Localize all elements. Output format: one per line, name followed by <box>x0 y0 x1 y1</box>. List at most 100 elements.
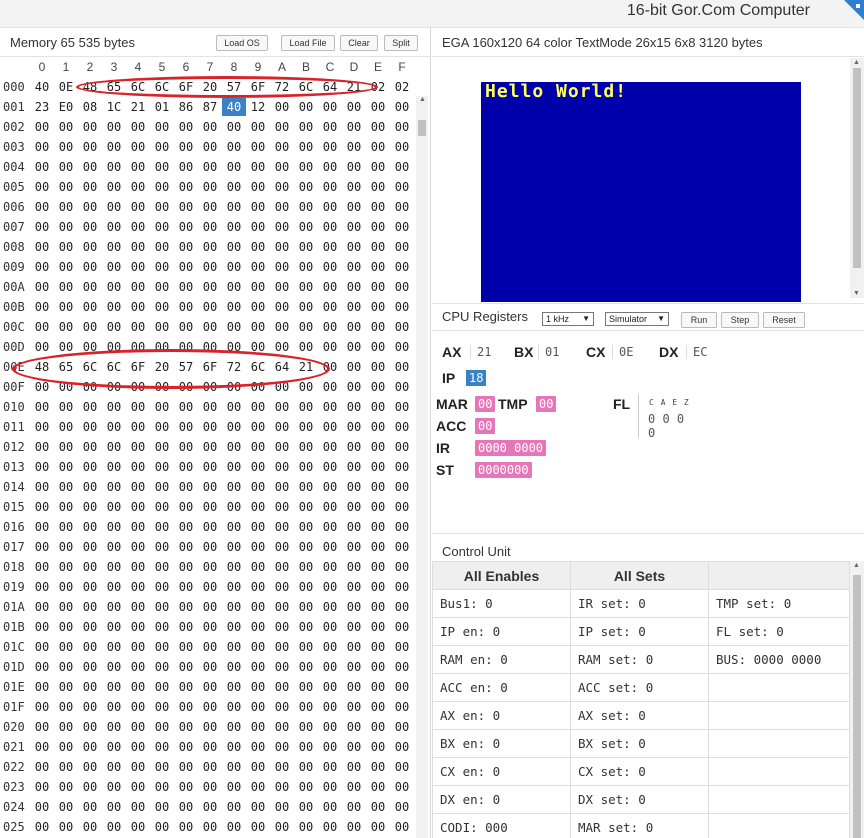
memory-cell[interactable]: 00 <box>54 158 78 176</box>
memory-cell[interactable]: 00 <box>270 598 294 616</box>
memory-cell[interactable]: 00 <box>150 158 174 176</box>
memory-cell[interactable]: 00 <box>198 478 222 496</box>
memory-cell[interactable]: 00 <box>198 698 222 716</box>
memory-cell[interactable]: 00 <box>30 458 54 476</box>
memory-cell[interactable]: 00 <box>318 818 342 836</box>
memory-cell[interactable]: 00 <box>294 178 318 196</box>
memory-cell[interactable]: 00 <box>246 698 270 716</box>
memory-cell[interactable]: 00 <box>270 178 294 196</box>
memory-cell[interactable]: 00 <box>54 698 78 716</box>
memory-cell[interactable]: 00 <box>78 138 102 156</box>
memory-cell[interactable]: 00 <box>30 398 54 416</box>
memory-cell[interactable]: 00 <box>150 798 174 816</box>
memory-cell[interactable]: 00 <box>222 598 246 616</box>
memory-cell[interactable]: 00 <box>342 378 366 396</box>
memory-cell[interactable]: 00 <box>30 738 54 756</box>
memory-cell[interactable]: 00 <box>174 758 198 776</box>
memory-cell[interactable]: 00 <box>294 798 318 816</box>
memory-cell[interactable]: 00 <box>174 818 198 836</box>
memory-cell[interactable]: 00 <box>126 478 150 496</box>
memory-cell[interactable]: 00 <box>174 598 198 616</box>
split-button[interactable]: Split <box>384 35 418 51</box>
memory-cell[interactable]: 01 <box>150 98 174 116</box>
memory-cell[interactable]: 00 <box>54 538 78 556</box>
memory-cell[interactable]: 1C <box>102 98 126 116</box>
memory-cell[interactable]: 00 <box>342 538 366 556</box>
memory-cell[interactable]: 00 <box>270 618 294 636</box>
memory-cell[interactable]: 00 <box>102 718 126 736</box>
memory-cell[interactable]: 00 <box>294 458 318 476</box>
memory-cell[interactable]: 00 <box>246 278 270 296</box>
memory-cell[interactable]: 00 <box>366 278 390 296</box>
memory-cell[interactable]: 00 <box>30 438 54 456</box>
memory-cell[interactable]: 00 <box>318 438 342 456</box>
memory-cell[interactable]: 00 <box>30 258 54 276</box>
memory-cell[interactable]: 00 <box>174 258 198 276</box>
memory-cell[interactable]: 00 <box>126 638 150 656</box>
memory-cell[interactable]: 00 <box>198 278 222 296</box>
memory-cell[interactable]: 00 <box>198 758 222 776</box>
memory-cell[interactable]: 00 <box>150 598 174 616</box>
memory-cell[interactable]: 00 <box>174 278 198 296</box>
memory-cell[interactable]: 00 <box>246 118 270 136</box>
memory-cell[interactable]: 00 <box>198 638 222 656</box>
memory-cell[interactable]: 00 <box>390 678 414 696</box>
memory-cell[interactable]: 00 <box>126 658 150 676</box>
memory-cell[interactable]: 00 <box>318 798 342 816</box>
memory-cell[interactable]: 00 <box>174 218 198 236</box>
memory-cell[interactable]: 00 <box>318 658 342 676</box>
memory-cell[interactable]: 00 <box>54 518 78 536</box>
memory-cell[interactable]: 00 <box>150 138 174 156</box>
memory-cell[interactable]: 00 <box>246 658 270 676</box>
memory-cell[interactable]: 00 <box>126 458 150 476</box>
memory-cell[interactable]: 00 <box>102 158 126 176</box>
memory-cell[interactable]: 00 <box>246 178 270 196</box>
memory-cell[interactable]: 00 <box>126 738 150 756</box>
memory-cell[interactable]: 00 <box>246 638 270 656</box>
memory-cell[interactable]: 00 <box>30 138 54 156</box>
memory-cell[interactable]: 00 <box>246 558 270 576</box>
memory-cell[interactable]: 00 <box>150 398 174 416</box>
memory-cell[interactable]: 00 <box>30 698 54 716</box>
memory-cell[interactable]: 00 <box>102 238 126 256</box>
memory-cell[interactable]: 00 <box>54 478 78 496</box>
memory-cell[interactable]: 00 <box>222 178 246 196</box>
memory-cell[interactable]: 00 <box>126 298 150 316</box>
memory-cell[interactable]: 00 <box>150 318 174 336</box>
ega-scrollbar[interactable]: ▲ ▼ <box>850 58 864 298</box>
memory-scroll-thumb[interactable] <box>418 120 426 136</box>
clear-button[interactable]: Clear <box>340 35 378 51</box>
memory-cell[interactable]: 00 <box>174 318 198 336</box>
memory-cell[interactable]: 00 <box>246 518 270 536</box>
memory-cell[interactable]: 00 <box>174 518 198 536</box>
memory-cell[interactable]: 00 <box>318 698 342 716</box>
memory-cell[interactable]: 00 <box>366 478 390 496</box>
memory-cell[interactable]: 00 <box>366 438 390 456</box>
memory-cell[interactable]: 00 <box>174 798 198 816</box>
memory-cell[interactable]: 00 <box>366 738 390 756</box>
memory-cell[interactable]: 00 <box>150 498 174 516</box>
memory-cell[interactable]: 00 <box>126 418 150 436</box>
memory-cell[interactable]: 00 <box>318 558 342 576</box>
memory-cell[interactable]: 00 <box>54 118 78 136</box>
memory-cell[interactable]: 40 <box>30 78 54 96</box>
memory-cell[interactable]: 00 <box>390 378 414 396</box>
memory-cell[interactable]: 00 <box>126 218 150 236</box>
memory-cell[interactable]: 00 <box>150 738 174 756</box>
memory-cell[interactable]: 00 <box>78 438 102 456</box>
memory-cell[interactable]: 00 <box>342 738 366 756</box>
memory-cell[interactable]: 00 <box>78 158 102 176</box>
memory-cell[interactable]: 00 <box>246 578 270 596</box>
memory-cell[interactable]: 00 <box>198 138 222 156</box>
memory-cell[interactable]: 00 <box>30 218 54 236</box>
memory-cell[interactable]: 00 <box>174 438 198 456</box>
memory-cell[interactable]: 00 <box>126 778 150 796</box>
memory-cell[interactable]: 00 <box>366 778 390 796</box>
memory-cell[interactable]: 00 <box>150 518 174 536</box>
memory-cell[interactable]: 00 <box>390 178 414 196</box>
memory-cell[interactable]: 00 <box>222 218 246 236</box>
memory-cell[interactable]: 00 <box>246 138 270 156</box>
memory-cell[interactable]: 00 <box>54 138 78 156</box>
memory-cell[interactable]: 00 <box>222 758 246 776</box>
memory-cell[interactable]: 00 <box>342 698 366 716</box>
